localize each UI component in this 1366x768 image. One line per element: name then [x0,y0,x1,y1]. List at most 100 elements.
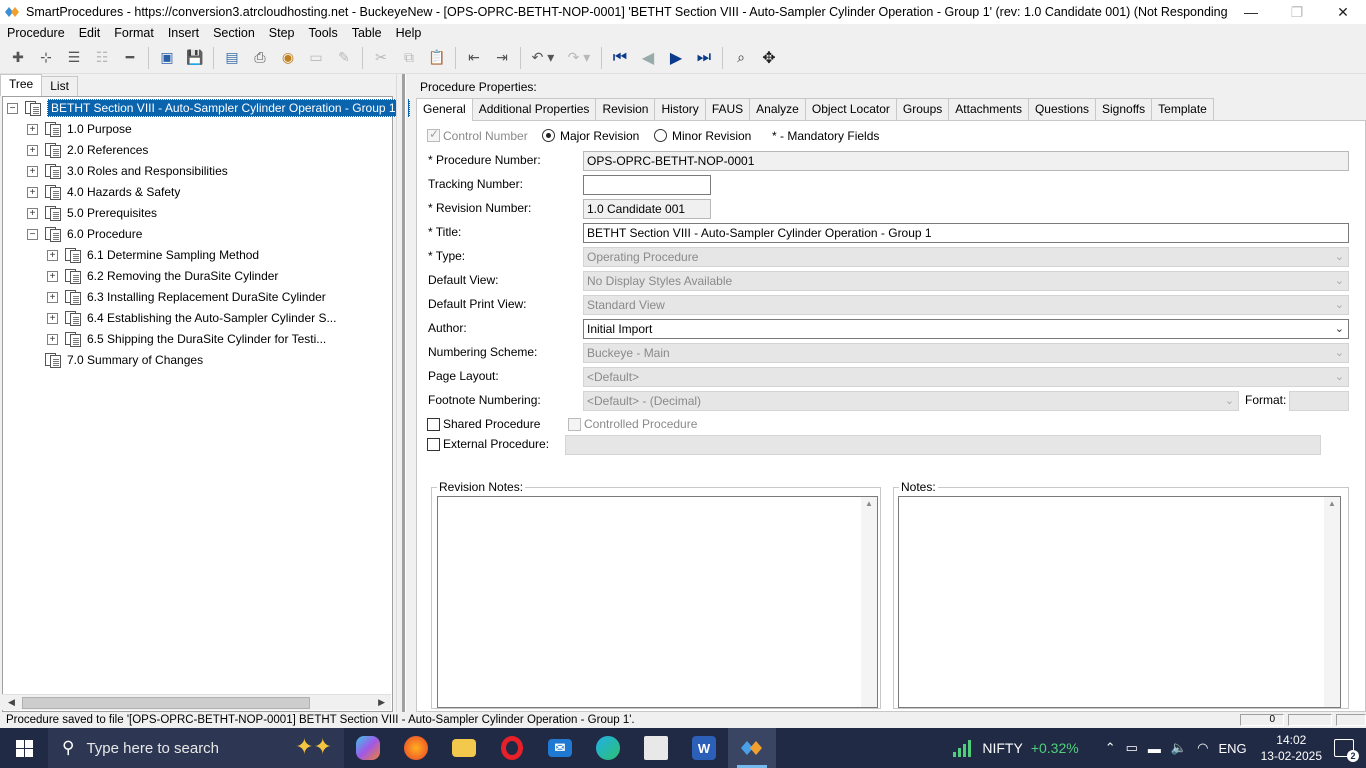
external-procedure-checkbox[interactable] [427,438,440,451]
tree-item[interactable]: − 6.0 Procedure [27,224,142,244]
first-icon[interactable]: ⏮ [606,44,634,72]
last-icon[interactable]: ⏭ [690,44,718,72]
tree-item[interactable]: +1.0 Purpose [27,119,132,139]
save-all-icon[interactable]: ▣ [153,44,181,72]
tab-analyze[interactable]: Analyze [749,98,806,120]
tree-item[interactable]: +6.2 Removing the DuraSite Cylinder [47,266,278,286]
save-icon[interactable]: 💾 [181,44,209,72]
expand-icon[interactable]: + [47,249,58,261]
expand-icon[interactable]: + [47,333,58,345]
menu-procedure[interactable]: Procedure [7,26,65,40]
network-icon[interactable]: ◠ [1197,740,1208,756]
smartprocedures-app[interactable] [728,728,776,768]
maximize-button[interactable]: ❐ [1274,0,1320,24]
word-app[interactable]: W [680,728,728,768]
volume-icon[interactable]: 🔈 [1171,740,1187,756]
scrollbar-thumb[interactable] [22,697,310,709]
expand-icon[interactable]: + [47,312,58,324]
tab-list[interactable]: List [41,76,78,96]
indent-icon[interactable]: ⇥ [488,44,516,72]
add-section-icon[interactable]: ✚ [4,44,32,72]
paste-icon[interactable]: 📋 [423,44,451,72]
tab-tree[interactable]: Tree [0,74,43,96]
tab-attachments[interactable]: Attachments [948,98,1029,120]
menu-help[interactable]: Help [396,26,422,40]
tab-signoffs[interactable]: Signoffs [1095,98,1153,120]
splitter-bar[interactable] [402,74,406,712]
external-procedure-field[interactable] [565,435,1321,455]
menu-tools[interactable]: Tools [309,26,338,40]
menu-insert[interactable]: Insert [168,26,199,40]
expand-icon[interactable]: + [27,165,38,177]
menu-edit[interactable]: Edit [79,26,101,40]
expand-icon[interactable]: + [27,207,38,219]
numbering-scheme-dropdown[interactable]: Buckeye - Main ⌄ [583,343,1349,363]
controlled-procedure-checkbox[interactable] [568,418,581,431]
vertical-scrollbar[interactable]: ▲ [861,497,877,707]
procedure-number-field[interactable]: OPS-OPRC-BETHT-NOP-0001 [583,151,1349,171]
copilot-app[interactable] [344,728,392,768]
notification-icon[interactable]: 2 [1334,739,1359,762]
tab-faus[interactable]: FAUS [704,98,751,120]
type-dropdown[interactable]: Operating Procedure ⌄ [583,247,1349,267]
tree-item[interactable]: +6.4 Establishing the Auto-Sampler Cylin… [47,308,336,328]
page-layout-dropdown[interactable]: <Default> ⌄ [583,367,1349,387]
mail-app[interactable]: ✉ [536,728,584,768]
scroll-right-icon[interactable]: ▶ [378,697,385,708]
tree-item[interactable]: +2.0 References [27,140,148,160]
expand-icon[interactable]: + [27,144,38,156]
tree-item[interactable]: +6.5 Shipping the DuraSite Cylinder for … [47,329,326,349]
notes-textarea[interactable]: ▲ [898,496,1341,708]
revision-number-field[interactable]: 1.0 Candidate 001 [583,199,711,219]
start-button[interactable] [0,728,48,768]
move-icon[interactable]: ✥ [755,44,783,72]
add-step-icon[interactable]: ⊹ [32,44,60,72]
tab-questions[interactable]: Questions [1027,98,1096,120]
outdent-icon[interactable]: ⇤ [460,44,488,72]
find-icon[interactable]: ⌕ [727,44,755,72]
footnote-numbering-dropdown[interactable]: <Default> - (Decimal) ⌄ [583,391,1239,411]
tools-icon[interactable]: ✎ [330,44,358,72]
collapse-icon[interactable]: − [7,102,18,114]
chevron-up-icon[interactable]: ⌃ [1105,740,1116,756]
format-field[interactable] [1289,391,1349,411]
horizontal-scrollbar[interactable]: ◀ ▶ [2,694,391,710]
tab-revision[interactable]: Revision [595,98,656,120]
default-view-dropdown[interactable]: No Display Styles Available ⌄ [583,271,1349,291]
previous-icon[interactable]: ◀ [634,44,662,72]
scroll-up-icon[interactable]: ▲ [1328,499,1336,508]
export-icon[interactable]: ▤ [218,44,246,72]
redo-icon[interactable]: ↷ ▾ [561,44,597,72]
major-revision-radio[interactable] [542,129,555,142]
tab-object-locator[interactable]: Object Locator [804,98,897,120]
tree-item[interactable]: +6.1 Determine Sampling Method [47,245,259,265]
tab-general[interactable]: General [416,98,473,121]
tracking-number-field[interactable] [583,175,711,195]
edge-app[interactable] [584,728,632,768]
format-list-icon[interactable]: ☷ [88,44,116,72]
default-print-view-dropdown[interactable]: Standard View ⌄ [583,295,1349,315]
tree-item[interactable]: 7.0 Summary of Changes [27,350,203,370]
browser-icon[interactable]: ◉ [274,44,302,72]
file-explorer-app[interactable] [440,728,488,768]
tree-item[interactable]: +3.0 Roles and Responsibilities [27,161,228,181]
opera-app[interactable] [488,728,536,768]
shared-procedure-checkbox[interactable] [427,418,440,431]
battery-icon[interactable]: ▬ [1148,741,1161,756]
close-button[interactable]: ✕ [1320,0,1366,24]
menu-section[interactable]: Section [213,26,255,40]
tree-item[interactable]: +4.0 Hazards & Safety [27,182,180,202]
taskbar-search[interactable]: ⚲ Type here to search ✦✦ [48,728,344,768]
minimize-button[interactable]: — [1228,0,1274,24]
author-dropdown[interactable]: Initial Import ⌄ [583,319,1349,339]
scroll-left-icon[interactable]: ◀ [8,697,15,708]
control-number-checkbox[interactable] [427,127,440,142]
device-icon[interactable]: ▭ [1126,740,1138,756]
expand-icon[interactable]: + [47,291,58,303]
revision-notes-textarea[interactable]: ▲ [437,496,878,708]
tree-item[interactable]: +6.3 Installing Replacement DuraSite Cyl… [47,287,326,307]
tree-item[interactable]: +5.0 Prerequisites [27,203,157,223]
tab-additional-properties[interactable]: Additional Properties [471,98,597,120]
next-icon[interactable]: ▶ [662,44,690,72]
tab-template[interactable]: Template [1151,98,1214,120]
